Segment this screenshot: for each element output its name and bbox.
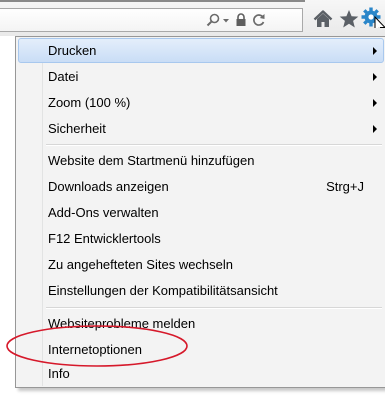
tools-menu: Drucken Datei Zoom (100 %) Sicherheit We… [15,36,385,388]
address-bar[interactable] [0,8,303,32]
dropdown-arrow-icon[interactable] [222,12,231,28]
submenu-arrow-icon [373,99,377,107]
favorites-star-icon[interactable] [338,8,360,30]
menu-item-print[interactable]: Drucken [18,38,384,63]
tools-gear-icon[interactable] [360,6,385,28]
menu-item-label: Downloads anzeigen [48,179,169,194]
submenu-arrow-icon [373,73,377,81]
menu-item-label: Info [48,366,70,381]
menu-item-file[interactable]: Datei [18,64,384,89]
menu-item-label: Add-Ons verwalten [48,205,159,220]
menu-item-report-website-problems[interactable]: Websiteprobleme melden [18,311,384,336]
menu-item-label: Websiteprobleme melden [48,316,196,331]
menu-item-add-to-start-menu[interactable]: Website dem Startmenü hinzufügen [18,148,384,173]
lock-icon[interactable] [234,12,248,28]
submenu-arrow-icon [373,125,377,133]
menu-separator [46,144,382,146]
menu-item-label: Einstellungen der Kompatibilitätsansicht [48,283,278,298]
window-edge [0,0,305,2]
menu-item-compatibility-settings[interactable]: Einstellungen der Kompatibilitätsansicht [18,278,384,303]
menu-item-view-downloads[interactable]: Downloads anzeigen Strg+J [18,174,384,199]
menu-item-label: F12 Entwicklertools [48,231,161,246]
menu-item-manage-addons[interactable]: Add-Ons verwalten [18,200,384,225]
menu-item-label: Website dem Startmenü hinzufügen [48,153,255,168]
menu-item-developer-tools[interactable]: F12 Entwicklertools [18,226,384,251]
menu-item-label: Sicherheit [48,121,106,136]
menu-item-label: Internetoptionen [48,342,142,357]
menu-item-internet-options[interactable]: Internetoptionen [18,337,384,362]
home-icon[interactable] [312,8,334,30]
menu-separator [46,307,382,309]
menu-item-security[interactable]: Sicherheit [18,116,384,141]
menu-item-label: Drucken [48,43,97,58]
menu-item-zoom[interactable]: Zoom (100 %) [18,90,384,115]
menu-item-shortcut: Strg+J [326,179,364,194]
refresh-icon[interactable] [251,12,267,28]
search-icon[interactable] [205,12,221,28]
menu-item-about[interactable]: Info [18,361,384,386]
submenu-arrow-icon [373,47,377,55]
menu-item-label: Zoom (100 %) [48,95,131,110]
menu-item-pinned-sites[interactable]: Zu angehefteten Sites wechseln [18,252,384,277]
menu-item-label: Datei [48,69,79,84]
browser-toolbar [0,0,385,36]
menu-item-label: Zu angehefteten Sites wechseln [48,257,234,272]
